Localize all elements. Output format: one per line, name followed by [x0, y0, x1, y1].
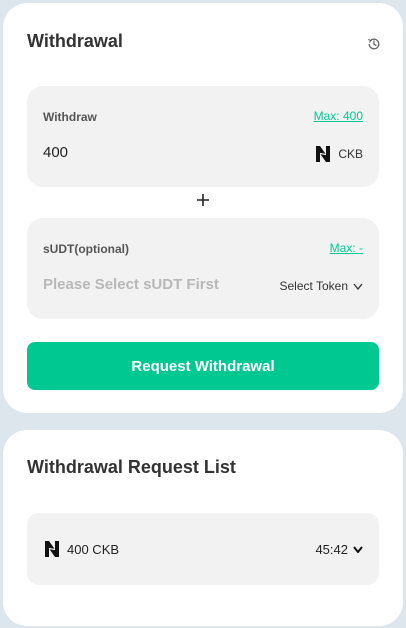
request-amount: 400 CKB: [67, 541, 120, 557]
chevron-down-icon: [353, 283, 363, 290]
request-time-group: 45:42: [315, 542, 363, 557]
withdraw-label: Withdraw: [43, 110, 97, 124]
sudt-label: sUDT(optional): [43, 242, 129, 256]
withdraw-amount-panel: Withdraw Max: 400 CKB: [27, 86, 379, 187]
request-withdrawal-button[interactable]: Request Withdrawal: [27, 342, 379, 390]
withdraw-amount-input[interactable]: [43, 144, 263, 161]
token-symbol: CKB: [338, 147, 363, 161]
nervos-logo-icon: [43, 540, 61, 558]
withdraw-max-link[interactable]: Max: 400: [314, 109, 363, 123]
request-time: 45:42: [315, 542, 348, 557]
select-token-dropdown[interactable]: Select Token: [280, 279, 364, 293]
ckb-token-display: CKB: [314, 145, 363, 163]
request-list-title: Withdrawal Request List: [27, 457, 236, 477]
sudt-max-link[interactable]: Max: -: [330, 241, 363, 255]
withdrawal-title: Withdrawal: [27, 31, 123, 51]
chevron-down-icon[interactable]: [353, 546, 363, 553]
withdrawal-request-list-card: Withdrawal Request List 400 CKB 45:42: [3, 430, 403, 626]
sudt-amount-panel: sUDT(optional) Max: - Select Token: [27, 218, 379, 319]
nervos-logo-icon: [314, 145, 332, 163]
withdrawal-card: Withdrawal Withdraw Max: 400 CKB sUDT(op: [3, 3, 403, 413]
select-token-label: Select Token: [279, 279, 349, 293]
withdrawal-request-row[interactable]: 400 CKB 45:42: [27, 513, 379, 585]
request-amount-group: 400 CKB: [43, 540, 119, 558]
plus-icon: [196, 193, 210, 207]
sudt-amount-input[interactable]: [43, 276, 263, 293]
history-clock-icon[interactable]: [367, 37, 381, 51]
